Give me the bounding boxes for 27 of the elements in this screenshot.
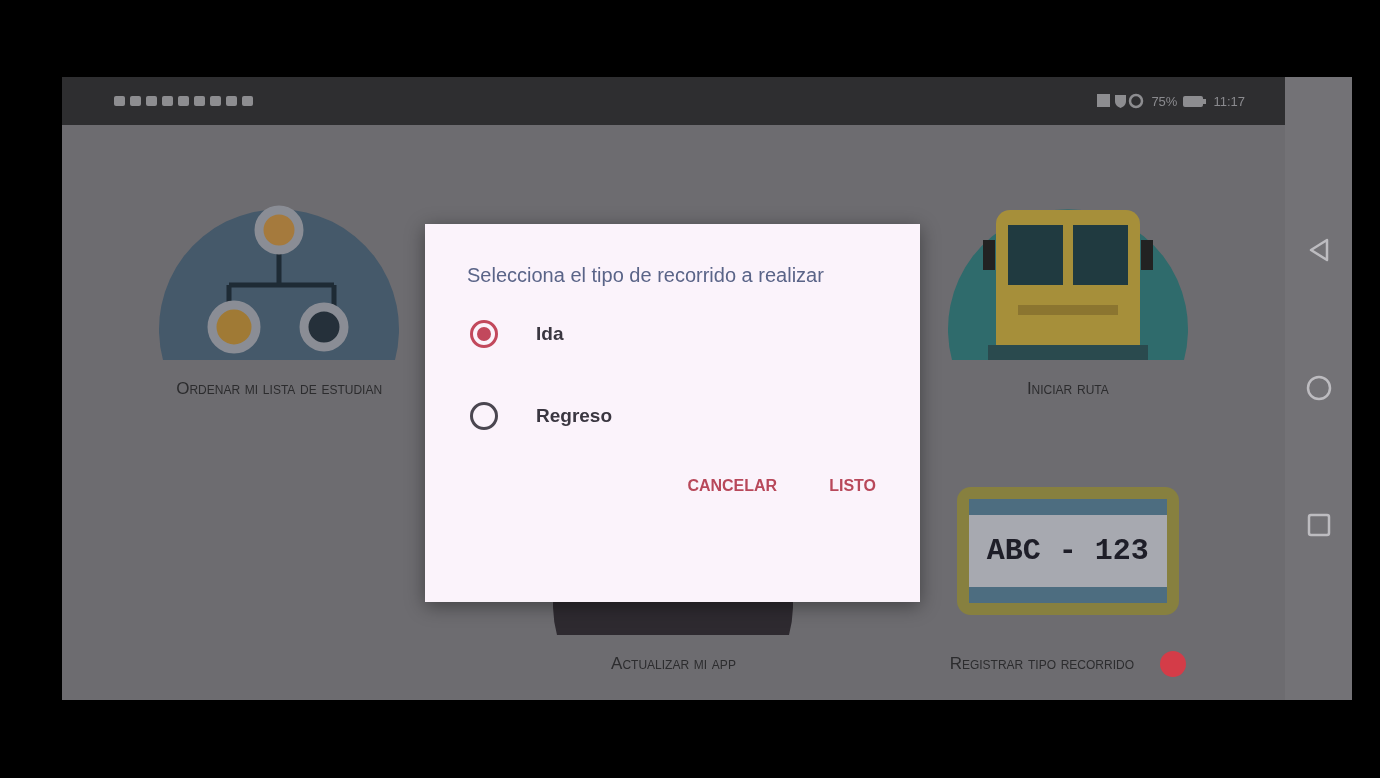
dialog-button[interactable]: LISTO <box>825 469 880 503</box>
notification-icon <box>146 96 157 106</box>
notification-icon <box>114 96 125 106</box>
notification-icon <box>210 96 221 106</box>
notification-icon <box>226 96 237 106</box>
option-label[interactable]: Regreso <box>536 405 613 427</box>
tile-label[interactable]: Registrar tipo recorrido <box>949 654 1135 674</box>
notification-icon <box>194 96 205 106</box>
radio-button[interactable] <box>470 320 498 348</box>
radio-button[interactable] <box>470 402 498 430</box>
tile-label[interactable]: Ordenar mi lista de estudian <box>176 379 383 399</box>
license-plate-icon: ABC - 123 <box>956 487 1179 615</box>
option-label[interactable]: Ida <box>536 323 564 345</box>
status-icons <box>1097 93 1146 109</box>
notification-icon <box>162 96 173 106</box>
recents-icon[interactable] <box>1306 513 1331 537</box>
notification-icon <box>242 96 253 106</box>
tile-label[interactable]: Actualizar mi app <box>611 654 736 674</box>
tile-label[interactable]: Iniciar ruta <box>1026 379 1109 399</box>
battery-percent: 75% <box>1151 93 1178 109</box>
home-icon[interactable] <box>1305 375 1332 401</box>
dialog-title: Selecciona el tipo de recorrido a realizar <box>467 263 825 288</box>
clock-time: 11:17 <box>1213 93 1245 109</box>
battery-icon <box>1183 93 1208 109</box>
dialog-button[interactable]: CANCELAR <box>683 469 782 503</box>
notification-icon <box>178 96 189 106</box>
notification-icon <box>130 96 141 106</box>
